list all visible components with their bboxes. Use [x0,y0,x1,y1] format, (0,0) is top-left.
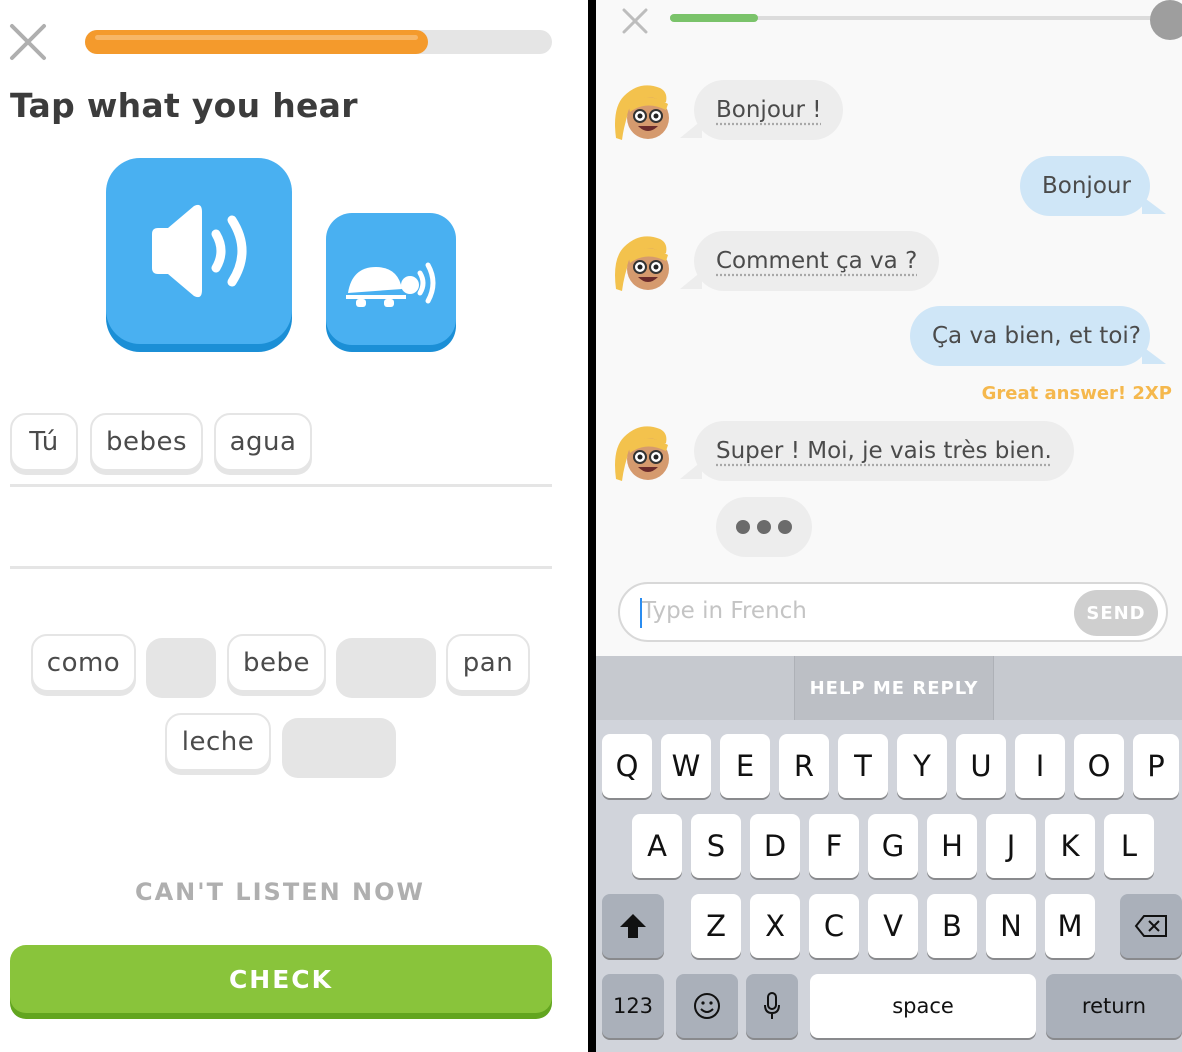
selected-word-chip[interactable]: agua [214,413,312,471]
key-p[interactable]: P [1133,734,1179,798]
key-k[interactable]: K [1045,814,1095,878]
key-g[interactable]: G [868,814,918,878]
message-text[interactable]: Comment ça va ? [716,248,917,274]
bot-avatar [615,236,669,291]
on-screen-keyboard: HELP ME REPLY Q W E R T Y U I O P A S D … [596,656,1182,1052]
word-bank-chip[interactable]: pan [446,634,530,692]
word-bank-chip[interactable]: bebe [227,634,326,692]
key-b[interactable]: B [927,894,977,958]
key-z[interactable]: Z [691,894,741,958]
speaker-icon [152,204,247,298]
key-a[interactable]: A [632,814,682,878]
user-message-bubble: Ça va bien, et toi? [910,306,1166,366]
shift-key[interactable] [602,894,664,958]
cant-listen-now-button[interactable]: CAN'T LISTEN NOW [0,878,560,906]
key-h[interactable]: H [927,814,977,878]
message-text[interactable]: Super ! Moi, je vais très bien. [716,438,1052,464]
key-n[interactable]: N [986,894,1036,958]
key-t[interactable]: T [838,734,888,798]
key-w[interactable]: W [661,734,711,798]
bot-message-bubble: Comment ça va ? [679,231,940,291]
typing-indicator [716,497,812,557]
exercise-title: Tap what you hear [10,86,358,125]
selected-word-chip[interactable]: bebes [90,413,203,471]
key-e[interactable]: E [720,734,770,798]
play-slow-audio-button[interactable] [326,213,456,345]
bot-avatar [615,85,669,140]
message-text: Ça va bien, et toi? [932,323,1141,349]
word-bank-chip[interactable]: leche [165,713,271,771]
key-u[interactable]: U [956,734,1006,798]
key-v[interactable]: V [868,894,918,958]
key-s[interactable]: S [691,814,741,878]
xp-feedback: Great answer! 2XP [981,383,1172,404]
send-button[interactable]: SEND [1074,590,1158,636]
selected-word-chip[interactable]: Tú [10,413,78,471]
dictation-key[interactable] [746,974,798,1038]
numbers-key[interactable]: 123 [602,974,664,1038]
return-key[interactable]: return [1046,974,1182,1038]
answer-line [10,484,552,487]
key-d[interactable]: D [750,814,800,878]
help-me-reply-button[interactable]: HELP ME REPLY [794,656,994,720]
close-icon[interactable] [620,6,650,36]
used-word-slot [336,638,436,698]
key-q[interactable]: Q [602,734,652,798]
microphone-icon [764,992,780,1019]
progress-bar-fill [85,30,429,54]
space-key[interactable]: space [810,974,1036,1038]
used-word-slot [146,638,216,698]
suggestion-bar: HELP ME REPLY [596,656,1182,720]
key-i[interactable]: I [1015,734,1065,798]
play-audio-button[interactable] [106,158,292,344]
bot-message-bubble: Bonjour ! [679,80,844,140]
emoji-key[interactable] [676,974,738,1038]
backspace-key[interactable] [1120,894,1182,958]
bot-avatar [615,426,669,481]
key-l[interactable]: L [1104,814,1154,878]
message-input[interactable]: Type in French SEND [618,582,1168,642]
key-y[interactable]: Y [897,734,947,798]
key-r[interactable]: R [779,734,829,798]
turtle-slow-icon [346,262,436,307]
check-button[interactable]: CHECK [10,945,552,1013]
input-placeholder: Type in French [642,598,807,624]
key-c[interactable]: C [809,894,859,958]
backspace-icon [1134,915,1167,937]
message-text[interactable]: Bonjour ! [716,97,821,123]
listening-exercise-screen: Tap what you hear Tú bebes agua como beb… [0,0,588,1052]
bot-message-bubble: Super ! Moi, je vais très bien. [680,421,1074,481]
word-bank-chip[interactable]: como [31,634,136,692]
progress-bar [85,30,552,54]
key-x[interactable]: X [750,894,800,958]
shift-arrow-icon [620,914,646,938]
used-word-slot [282,718,396,778]
key-m[interactable]: M [1045,894,1095,958]
key-o[interactable]: O [1074,734,1124,798]
message-text: Bonjour [1042,173,1131,199]
user-message-bubble: Bonjour [1020,156,1166,216]
key-j[interactable]: J [986,814,1036,878]
close-icon[interactable] [8,22,48,62]
progress-bar-fill [670,14,759,22]
progress-bar [670,14,1160,22]
back-arrow-icon[interactable] [1150,0,1182,40]
answer-line [10,566,552,569]
chatbot-conversation-screen: Bonjour ! Bonjour Comment ça va ? Ça va … [596,0,1182,1052]
emoji-icon [694,993,720,1019]
key-f[interactable]: F [809,814,859,878]
